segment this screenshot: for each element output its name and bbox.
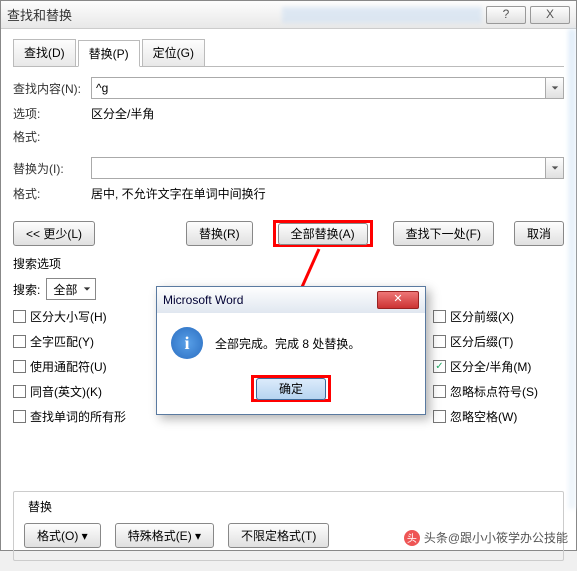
window-title: 查找和替换 [7, 5, 282, 24]
info-icon: i [171, 327, 203, 359]
watermark: 头 头条@跟小小筱学办公技能 [404, 529, 568, 546]
titlebar: 查找和替换 ? X [1, 1, 576, 29]
find-row: 查找内容(N): [13, 77, 564, 99]
ok-button[interactable]: 确定 [256, 378, 326, 400]
special-menu-button[interactable]: 特殊格式(E) ▾ [115, 523, 214, 548]
checkbox-label: 查找单词的所有形 [30, 408, 126, 425]
checkbox-label: 区分全/半角(M) [450, 358, 531, 375]
checkbox-box [13, 310, 26, 323]
search-direction-select[interactable]: 全部 [46, 278, 96, 300]
checkbox-label: 区分前缀(X) [450, 308, 514, 325]
replace-label: 替换为(I): [13, 160, 91, 177]
replace-format-row: 格式: 居中, 不允许文字在单词中间换行 [13, 185, 564, 202]
watermark-text: 头条@跟小小筱学办公技能 [424, 529, 568, 546]
replace-combo[interactable] [91, 157, 564, 179]
dialog-window: 查找和替换 ? X 查找(D) 替换(P) 定位(G) 查找内容(N): 选项:… [0, 0, 577, 551]
replace-button[interactable]: 替换(R) [186, 221, 253, 246]
highlight-replace-all: 全部替换(A) [273, 220, 373, 247]
msgbox-text: 全部完成。完成 8 处替换。 [215, 335, 360, 352]
search-direction-value: 全部 [53, 281, 77, 298]
bg-blur [282, 7, 482, 23]
checkbox-label: 全字匹配(Y) [30, 333, 94, 350]
watermark-icon: 头 [404, 530, 420, 546]
msgbox-titlebar: Microsoft Word ✕ [157, 287, 425, 313]
replace-row: 替换为(I): [13, 157, 564, 179]
options-label: 选项: [13, 105, 91, 122]
tab-find[interactable]: 查找(D) [13, 39, 76, 66]
side-blur [568, 29, 576, 509]
message-box: Microsoft Word ✕ i 全部完成。完成 8 处替换。 确定 [156, 286, 426, 415]
msgbox-buttons: 确定 [157, 369, 425, 414]
search-label: 搜索: [13, 281, 40, 298]
find-options-row: 选项: 区分全/半角 [13, 105, 564, 122]
find-next-button[interactable]: 查找下一处(F) [393, 221, 494, 246]
checkbox-box: ✓ [433, 360, 446, 373]
checkbox-label: 同音(英文)(K) [30, 383, 102, 400]
checkbox-label: 区分后缀(T) [450, 333, 513, 350]
checkbox-box [433, 410, 446, 423]
replace-dropdown-arrow[interactable] [545, 158, 563, 178]
checkbox-box [13, 360, 26, 373]
checkbox-label: 使用通配符(U) [30, 358, 107, 375]
less-button[interactable]: << 更少(L) [13, 221, 95, 246]
format-menu-button[interactable]: 格式(O) ▾ [24, 523, 101, 548]
find-dropdown-arrow[interactable] [545, 78, 563, 98]
checkbox[interactable]: 忽略标点符号(S) [433, 383, 538, 400]
checkbox-label: 忽略标点符号(S) [450, 383, 538, 400]
checks-right: 区分前缀(X) 区分后缀(T) ✓ 区分全/半角(M) 忽略标点符号(S) 忽略空格(W) [433, 308, 538, 425]
options-value: 区分全/半角 [91, 105, 154, 122]
tab-replace[interactable]: 替换(P) [78, 40, 140, 67]
checkbox[interactable]: 区分后缀(T) [433, 333, 538, 350]
replace-all-button[interactable]: 全部替换(A) [278, 223, 368, 245]
msgbox-title: Microsoft Word [163, 293, 377, 307]
replace-format-value: 居中, 不允许文字在单词中间换行 [91, 185, 266, 202]
chevron-down-icon [551, 164, 559, 172]
checkbox[interactable]: ✓ 区分全/半角(M) [433, 358, 538, 375]
highlight-ok: 确定 [251, 375, 331, 402]
replace-format-label: 格式: [13, 185, 91, 202]
checkbox-box [433, 310, 446, 323]
find-format-label: 格式: [13, 128, 91, 145]
checkbox-box [433, 385, 446, 398]
msgbox-close-button[interactable]: ✕ [377, 291, 419, 309]
checkbox-label: 区分大小写(H) [30, 308, 107, 325]
no-format-button[interactable]: 不限定格式(T) [228, 523, 329, 548]
checkbox[interactable]: 区分前缀(X) [433, 308, 538, 325]
checkbox[interactable]: 忽略空格(W) [433, 408, 538, 425]
msgbox-body: i 全部完成。完成 8 处替换。 [157, 313, 425, 369]
help-button[interactable]: ? [486, 6, 526, 24]
checkbox-box [13, 410, 26, 423]
close-button[interactable]: X [530, 6, 570, 24]
checkbox-label: 忽略空格(W) [450, 408, 517, 425]
replace-input[interactable] [92, 158, 545, 178]
checkbox-box [13, 335, 26, 348]
cancel-button[interactable]: 取消 [514, 221, 564, 246]
find-combo[interactable] [91, 77, 564, 99]
checkbox-box [13, 385, 26, 398]
find-label: 查找内容(N): [13, 80, 91, 97]
chevron-down-icon [551, 84, 559, 92]
search-options-title: 搜索选项 [13, 255, 564, 272]
tab-goto[interactable]: 定位(G) [142, 39, 205, 66]
tabs: 查找(D) 替换(P) 定位(G) [13, 39, 564, 67]
chevron-down-icon [83, 285, 91, 293]
checkbox-box [433, 335, 446, 348]
find-format-row: 格式: [13, 128, 564, 145]
button-row: << 更少(L) 替换(R) 全部替换(A) 查找下一处(F) 取消 [13, 220, 564, 247]
replace-legend: 替换 [24, 498, 56, 515]
find-input[interactable] [92, 78, 545, 98]
